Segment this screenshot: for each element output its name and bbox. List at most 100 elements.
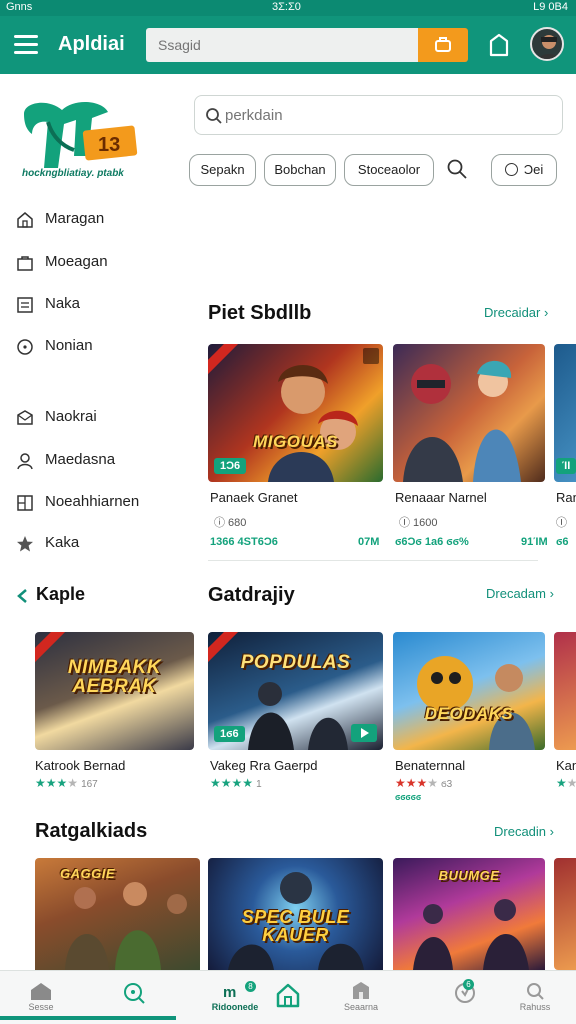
see-all-label: Drecadam [486, 586, 546, 601]
game-art-title: SPEC BULE KAUER [241, 907, 350, 945]
game-thumbnail: DEODAKS [393, 632, 545, 750]
price-badge: 1Ɔ6 [214, 458, 247, 474]
section-title: Piet Sbdllb [208, 302, 312, 324]
nav-label: Seaarna [343, 1002, 379, 1012]
star-icon: ★ [556, 776, 567, 790]
game-card[interactable]: POPDULAS 1ϭ6 Vakeg Rra Gaerpd ★★★★ 1 [208, 632, 383, 802]
rating-count: 167 [81, 779, 98, 790]
store-icon [353, 982, 369, 999]
game-thumbnail [554, 858, 576, 970]
rating-stars: ★★★★ ϭ3 [395, 776, 452, 790]
sidebar-back-label: Kaple [36, 584, 86, 604]
game-card[interactable]: NIMBAKK AEBRAK Katrook Bernad ★★★★ 167 [35, 632, 210, 802]
section-see-all-link[interactable]: Drecadam › [486, 586, 554, 601]
main-search-field[interactable] [194, 95, 563, 135]
game-thumbnail [393, 344, 545, 482]
nav-label: Rahuss [519, 1002, 551, 1012]
document-icon [17, 297, 33, 313]
game-card[interactable]: ΊΙ Ran Ⓘ ϭ6 [554, 344, 576, 554]
filter-chip[interactable]: Stoceaolor [344, 154, 434, 186]
game-stats: ϭ6Ɔϭ 1a6 ϭϭ% [395, 536, 469, 548]
game-thumbnail: ΊΙ [554, 344, 576, 482]
sidebar-item-label: Nonian [45, 337, 93, 354]
star-icon: ★ [395, 776, 406, 790]
rating-count: ϭ3 [441, 779, 453, 790]
status-time: 3Σ:Σ0 [272, 1, 301, 13]
game-thumbnail: BUUMGE [393, 858, 545, 970]
svg-text:m: m [223, 984, 236, 1001]
play-icon[interactable] [351, 724, 377, 742]
star-icon: ★ [405, 776, 417, 790]
rating-count: 1 [256, 779, 262, 790]
sidebar-item-label: Kaka [45, 534, 80, 551]
filter-chip-more[interactable]: Ͻei [491, 154, 557, 186]
close-icon[interactable] [363, 348, 379, 364]
active-tab-indicator [0, 1016, 176, 1020]
header-search-input[interactable] [146, 28, 420, 62]
chevron-right-icon: › [549, 586, 554, 601]
bag-icon [17, 256, 33, 271]
game-card[interactable]: Renaaar Narnel Ⓘ 1600 ϭ6Ɔϭ 1a6 ϭϭ% 91ΊΜ [393, 344, 568, 554]
game-card[interactable]: SPEC BULE KAUER [208, 858, 383, 970]
star-icon: ★ [231, 776, 243, 790]
search-icon [447, 159, 467, 179]
grid-icon [17, 495, 33, 511]
game-card[interactable]: MIGOUAS 1Ɔ6 Panaek Granet ⓘ 680 1366 4ST… [208, 344, 383, 554]
game-size: 91ΊΜ [521, 536, 548, 548]
sidebar-item-label: Naokrai [45, 408, 97, 425]
section-see-all-link[interactable]: Drecaidar › [484, 305, 548, 320]
status-bar: Gnns 3Σ:Σ0 L9 0Β4 [0, 0, 576, 16]
home-outline-icon [276, 983, 300, 1008]
game-art [403, 360, 521, 482]
star-icon: ★ [427, 776, 439, 790]
nav-item-rewards[interactable]: 6 [430, 971, 500, 1024]
game-art-title: DEODAKS [424, 704, 514, 723]
game-thumbnail: SPEC BULE KAUER [208, 858, 383, 970]
section-see-all-link[interactable]: Drecadin › [494, 824, 554, 839]
game-card[interactable]: BUUMGE [393, 858, 568, 970]
star-icon: ★ [242, 776, 254, 790]
game-name: Ran [556, 490, 576, 505]
game-stats: ϭ6 [556, 536, 569, 548]
hot-ribbon [208, 632, 242, 666]
game-card[interactable] [554, 858, 576, 970]
game-thumbnail: NIMBAKK AEBRAK [35, 632, 194, 750]
filter-chip[interactable]: Sepakn [189, 154, 256, 186]
star-icon: ★ [45, 776, 57, 790]
game-art [417, 656, 535, 750]
star-icon: ★ [67, 776, 79, 790]
menu-button[interactable] [14, 35, 38, 55]
nav-item-store[interactable]: Seaarna [326, 971, 396, 1024]
status-left: Gnns [6, 1, 33, 13]
home-icon [31, 983, 51, 1000]
info-icon [17, 339, 33, 355]
user-avatar-icon [537, 35, 561, 59]
sidebar-item-label: Noeahhiarnen [45, 493, 140, 510]
person-icon [17, 453, 33, 470]
house-icon [17, 212, 33, 228]
header-search-button[interactable] [418, 28, 468, 62]
chip-search-button[interactable] [446, 158, 470, 182]
game-meta: Ⓘ [556, 517, 567, 529]
logo-badge-text: 13 [98, 134, 120, 156]
main-search-input[interactable] [225, 96, 545, 134]
game-name: Panaek Granet [210, 490, 298, 505]
search-icon [206, 108, 222, 124]
circle-icon [504, 163, 518, 176]
star-icon: ★ [220, 776, 232, 790]
see-all-label: Drecaidar [484, 305, 541, 320]
filter-chip[interactable]: Bobchan [264, 154, 336, 186]
sidebar-item-label: Maedasna [45, 451, 116, 468]
nav-item-home-outline[interactable] [253, 971, 323, 1024]
avatar[interactable] [530, 27, 564, 61]
game-card[interactable]: DEODAKS Benaternnal ★★★★ ϭ3 ϭϭϭϭϭ [393, 632, 568, 802]
store-button[interactable] [487, 32, 511, 58]
game-card[interactable]: Kan ★★★★ [554, 632, 576, 802]
rating-stars: ★★★★ [556, 776, 576, 790]
games-icon: m [223, 984, 236, 1001]
sidebar-item-label: Maragan [45, 210, 105, 227]
header-search-field[interactable] [146, 28, 420, 62]
game-card[interactable]: GAGGIE [35, 858, 210, 970]
chevron-right-icon: › [543, 305, 549, 320]
nav-item-profile[interactable]: Rahuss [500, 971, 570, 1024]
